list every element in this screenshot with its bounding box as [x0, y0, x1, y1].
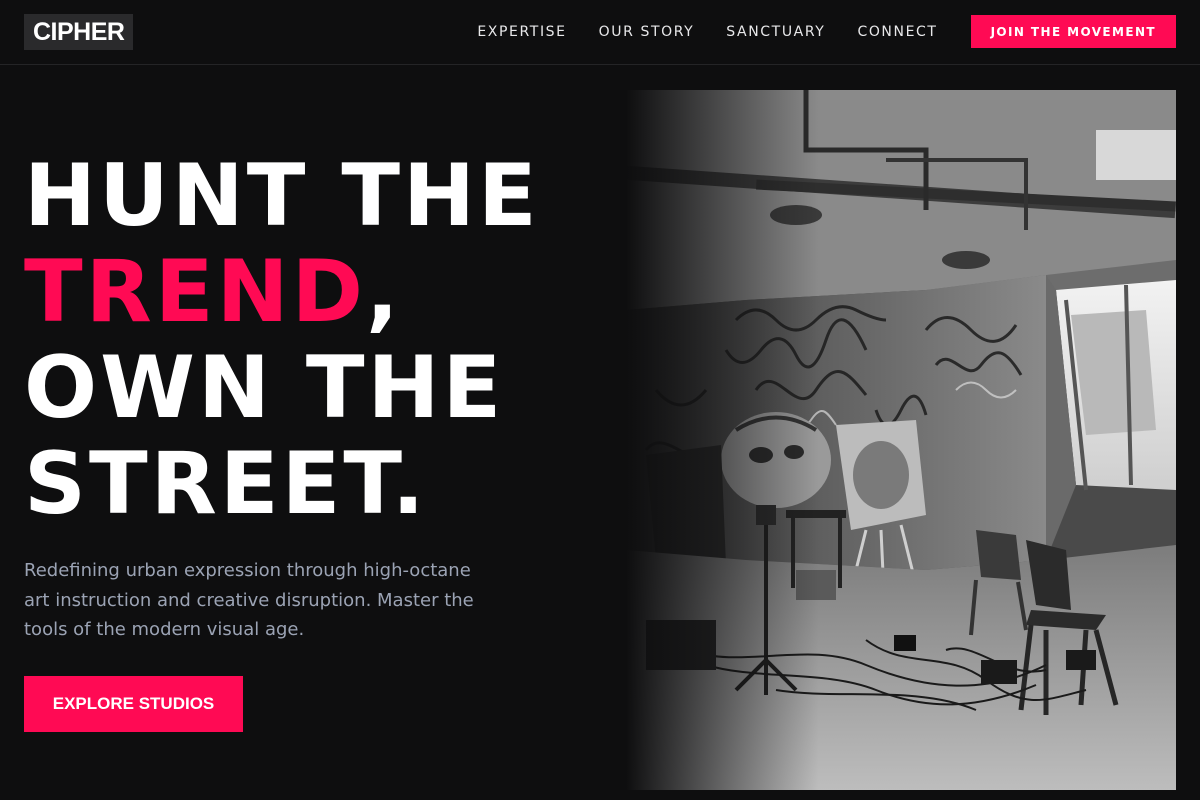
nav-link-connect[interactable]: CONNECT	[857, 24, 937, 40]
hero-headline: HUNT THE TREND, OWN THE STREET.	[24, 148, 604, 532]
headline-line-4: STREET.	[24, 434, 428, 534]
headline-line-3: OWN THE	[24, 338, 505, 438]
headline-line-2: TREND,	[24, 244, 604, 340]
nav-link-our-story[interactable]: OUR STORY	[599, 24, 695, 40]
explore-studios-button[interactable]: EXPLORE STUDIOS	[24, 676, 243, 732]
headline-accent-word: TREND	[24, 242, 366, 342]
headline-comma: ,	[366, 242, 402, 342]
site-header: CIPHER EXPERTISE OUR STORY SANCTUARY CON…	[0, 0, 1200, 65]
join-movement-button[interactable]: JOIN THE MOVEMENT	[970, 15, 1176, 48]
nav-link-expertise[interactable]: EXPERTISE	[477, 24, 566, 40]
studio-photo	[626, 90, 1176, 790]
main-nav: EXPERTISE OUR STORY SANCTUARY CONNECT JO…	[477, 15, 1176, 48]
nav-link-sanctuary[interactable]: SANCTUARY	[726, 24, 825, 40]
brand-logo[interactable]: CIPHER	[24, 14, 134, 50]
hero-subtitle: Redefining urban expression through high…	[24, 560, 474, 640]
headline-line-1: HUNT THE	[24, 146, 540, 246]
